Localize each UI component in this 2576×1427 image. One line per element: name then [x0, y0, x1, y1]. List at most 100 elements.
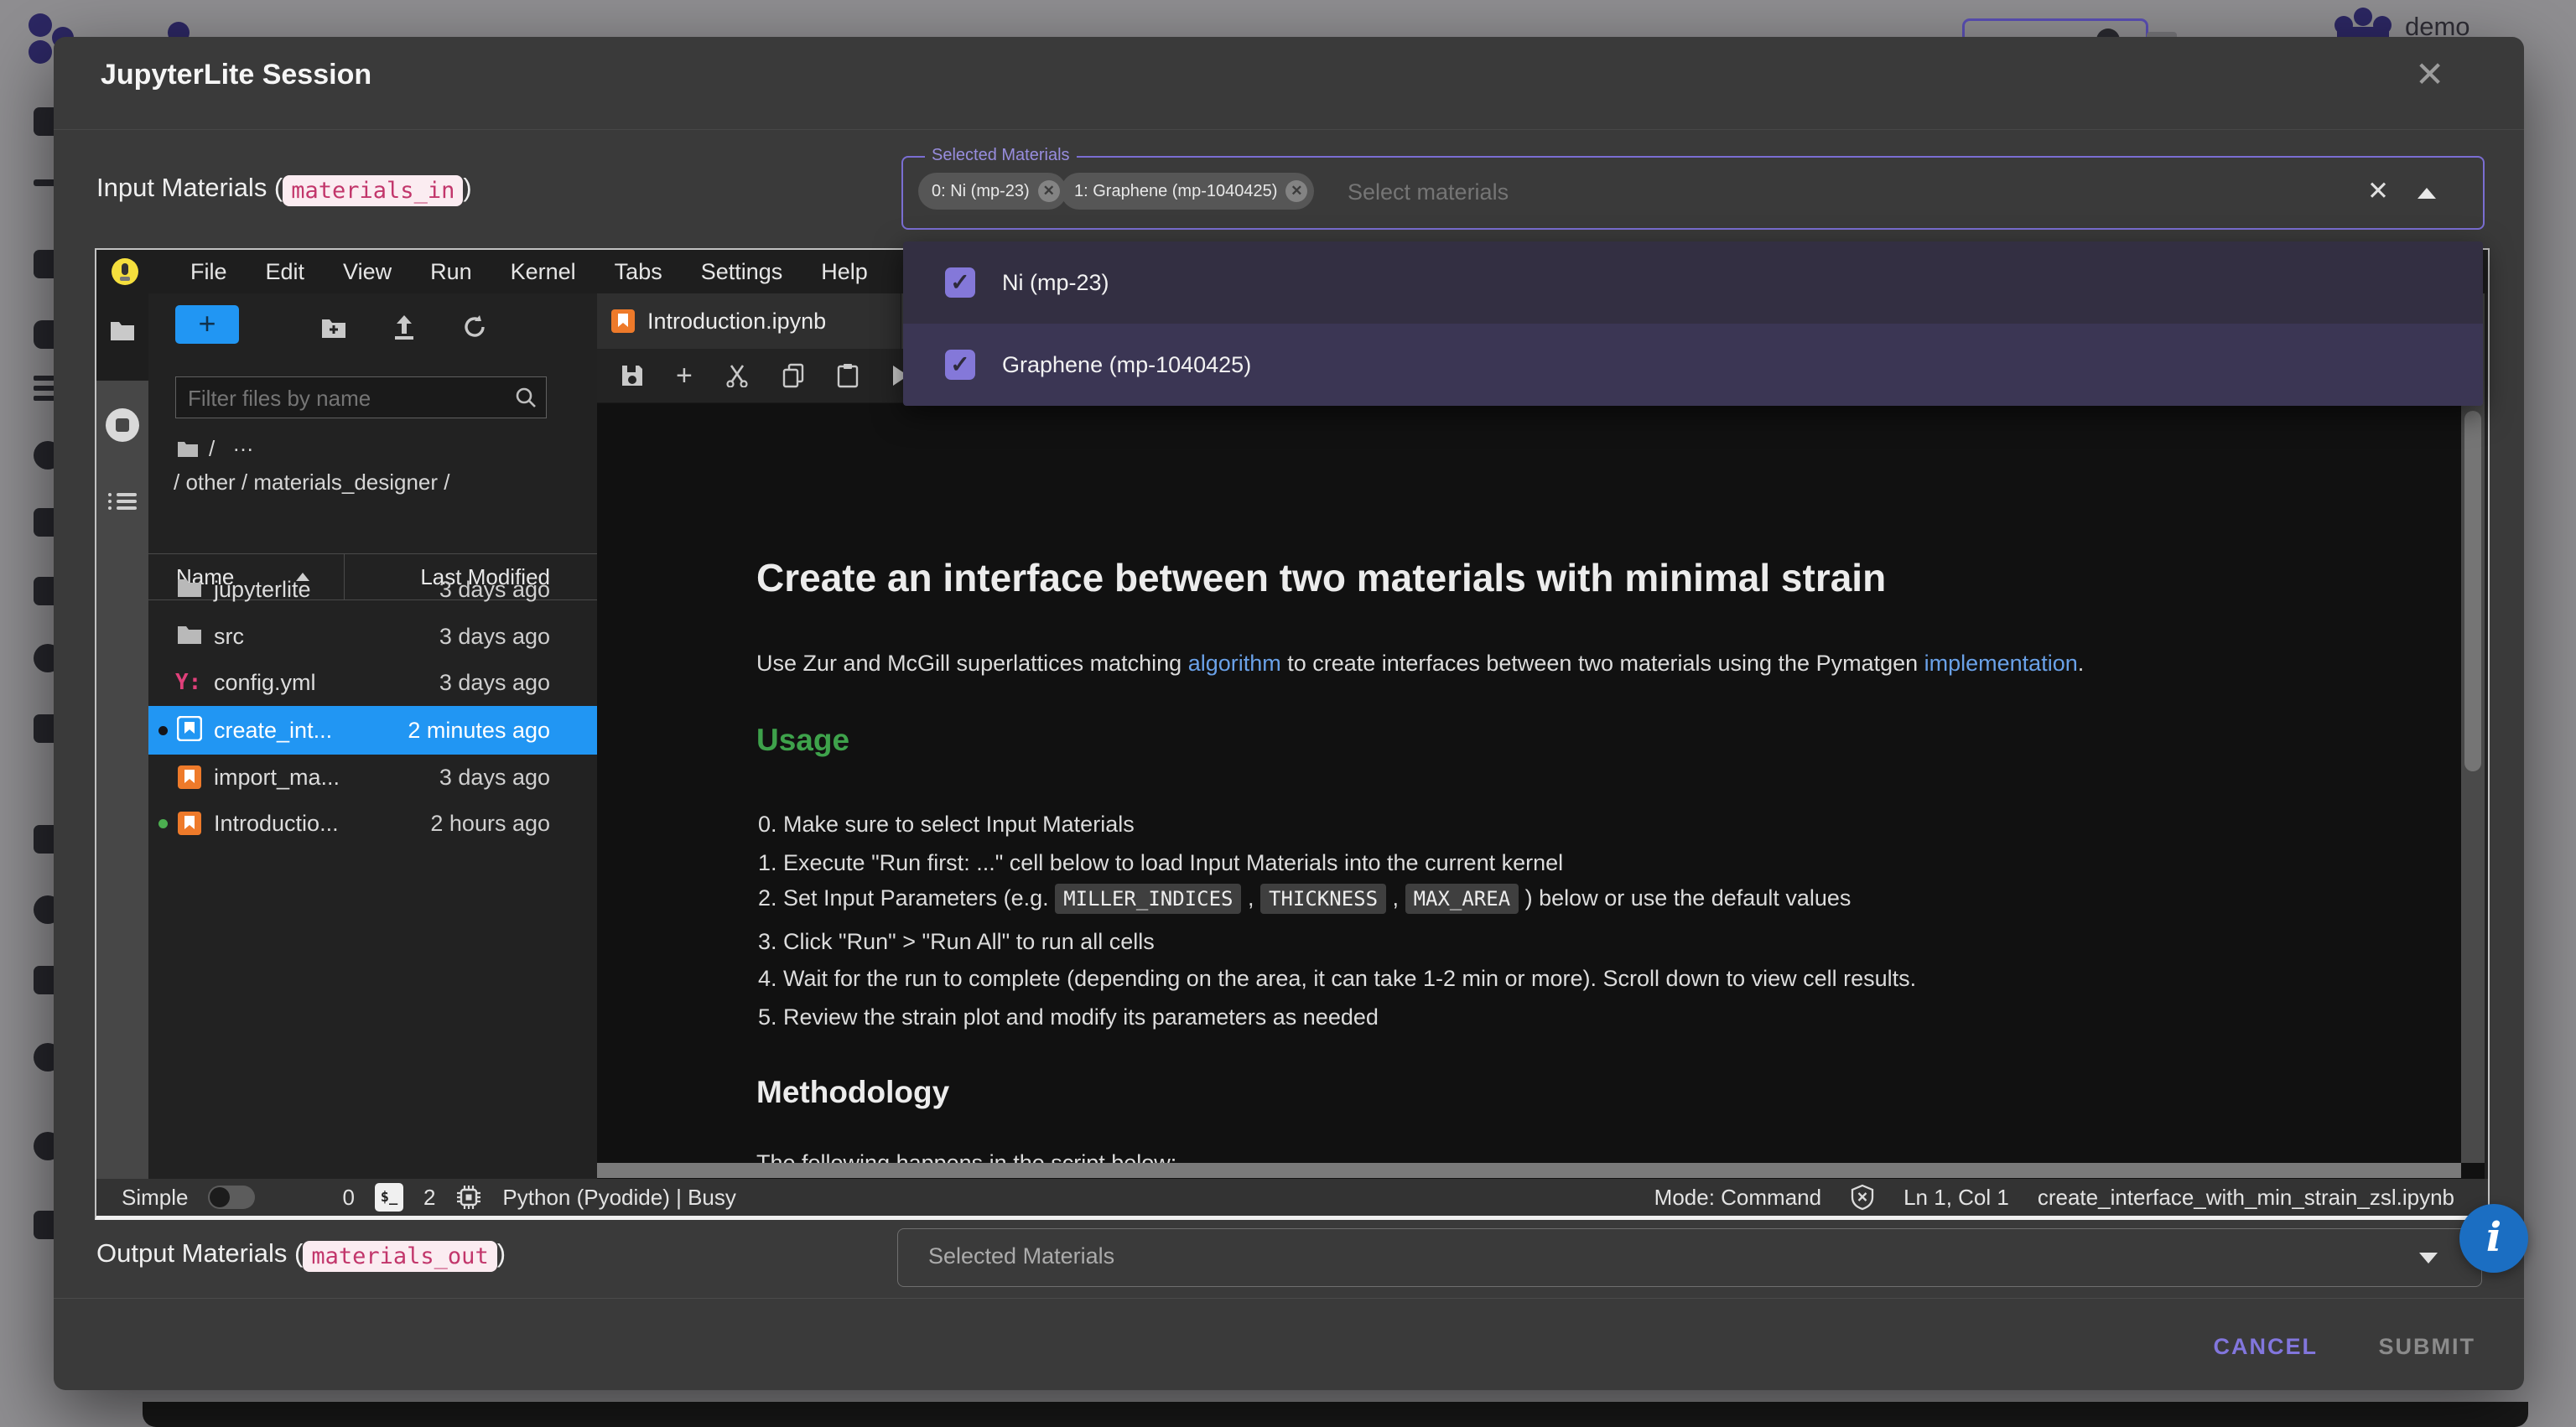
intro-text: to create interfaces between two materia…	[1281, 651, 1924, 676]
file-filter-input[interactable]	[186, 381, 508, 416]
file-row-src[interactable]: src 3 days ago	[148, 614, 597, 660]
kernel-status[interactable]: Python (Pyodide) | Busy	[502, 1185, 735, 1211]
insert-cell-icon[interactable]: +	[676, 364, 693, 387]
horizontal-scrollbar[interactable]	[597, 1163, 2461, 1178]
file-row-config[interactable]: Y: config.yml 3 days ago	[148, 660, 597, 706]
activity-bar-top	[96, 293, 148, 381]
file-modified: 3 days ago	[439, 755, 550, 801]
file-browser-icon[interactable]	[109, 319, 136, 342]
new-folder-icon[interactable]	[320, 315, 347, 340]
file-row-jupyterlite[interactable]: jupyterlite 3 days ago	[148, 567, 597, 613]
menu-edit[interactable]: Edit	[266, 259, 305, 285]
activity-bar	[96, 381, 148, 1216]
kernels-count: 2	[423, 1185, 435, 1211]
screen: demo JupyterLite Session ✕ Input Materia…	[0, 0, 2576, 1427]
refresh-icon[interactable]	[461, 314, 488, 340]
header-divider	[54, 129, 2524, 130]
usage-item-0: 0. Make sure to select Input Materials	[758, 812, 1135, 838]
usage-item-5: 5. Review the strain plot and modify its…	[758, 1004, 1379, 1030]
menu-settings[interactable]: Settings	[701, 259, 783, 285]
notebook-file-icon	[177, 811, 202, 836]
search-icon	[514, 386, 538, 409]
algorithm-link[interactable]: algorithm	[1188, 651, 1281, 676]
mode-indicator: Mode: Command	[1654, 1185, 1821, 1211]
checkbox-checked-icon[interactable]: ✓	[945, 267, 975, 298]
jupyterlite-session-modal: JupyterLite Session ✕ Input Materials (m…	[54, 37, 2524, 1390]
breadcrumb-path[interactable]: / other / materials_designer /	[174, 470, 450, 496]
selected-materials-legend: Selected Materials	[925, 146, 1077, 165]
notebook-intro: Use Zur and McGill superlattices matchin…	[756, 651, 2084, 677]
upload-icon[interactable]	[392, 314, 417, 340]
clear-selection-icon[interactable]: ✕	[2367, 176, 2389, 206]
menu-view[interactable]: View	[343, 259, 392, 285]
code-max-area: MAX_AREA	[1405, 884, 1519, 914]
menu-help[interactable]: Help	[821, 259, 868, 285]
select-materials-input[interactable]	[1346, 173, 1852, 211]
menu-tabs[interactable]: Tabs	[615, 259, 662, 285]
usage-item-text: ,	[1386, 885, 1405, 911]
save-icon[interactable]	[621, 364, 644, 387]
output-materials-select[interactable]: Selected Materials	[897, 1228, 2482, 1287]
kernel-running-dot-icon	[158, 819, 168, 828]
output-materials-prefix: Output Materials (	[96, 1238, 303, 1268]
folder-icon	[177, 577, 202, 602]
simple-mode-toggle[interactable]	[208, 1186, 255, 1209]
chip-remove-icon[interactable]: ✕	[1285, 180, 1307, 202]
yaml-file-icon: Y:	[175, 660, 201, 706]
output-materials-suffix: )	[497, 1238, 506, 1268]
running-kernels-icon[interactable]	[106, 408, 139, 442]
file-row-introduction[interactable]: Introductio... 2 hours ago	[148, 801, 597, 847]
active-filename: create_interface_with_min_strain_zsl.ipy…	[2038, 1185, 2454, 1211]
input-materials-suffix: )	[463, 173, 471, 202]
notebook-tab-icon	[610, 309, 636, 334]
dropdown-option-ni[interactable]: ✓ Ni (mp-23)	[903, 241, 2483, 324]
materials-in-code: materials_in	[283, 175, 463, 206]
file-modified: 2 minutes ago	[408, 706, 550, 755]
app-bottom-bar	[143, 1402, 2528, 1427]
file-row-create-interface[interactable]: create_int... 2 minutes ago	[148, 706, 597, 755]
kernel-chip-icon	[455, 1184, 482, 1211]
new-launcher-button[interactable]: +	[175, 305, 239, 344]
unsaved-dot-icon	[158, 726, 168, 735]
breadcrumb-home-icon[interactable]	[177, 439, 199, 458]
file-name: src	[214, 614, 244, 660]
cut-cells-icon[interactable]	[724, 364, 750, 387]
info-button[interactable]: i	[2459, 1204, 2528, 1273]
file-modified: 2 hours ago	[430, 801, 550, 847]
menu-file[interactable]: File	[190, 259, 227, 285]
material-chip-label: 1: Graphene (mp-1040425)	[1074, 182, 1277, 200]
implementation-link[interactable]: implementation	[1924, 651, 2078, 676]
close-icon[interactable]: ✕	[2415, 54, 2444, 95]
material-chip-label: 0: Ni (mp-23)	[932, 182, 1030, 200]
file-row-import-material[interactable]: import_ma... 3 days ago	[148, 755, 597, 801]
vertical-scrollbar[interactable]	[2461, 293, 2485, 1163]
material-chip-graphene[interactable]: 1: Graphene (mp-1040425) ✕	[1061, 173, 1314, 210]
expand-dropdown-icon[interactable]	[2419, 1253, 2438, 1264]
tab-introduction-ipynb[interactable]: Introduction.ipynb	[597, 293, 901, 349]
trust-shield-icon	[1850, 1184, 1875, 1211]
material-chip-ni[interactable]: 0: Ni (mp-23) ✕	[918, 173, 1067, 210]
dropdown-option-label: Graphene (mp-1040425)	[1002, 324, 1251, 406]
breadcrumb-ellipsis[interactable]: …	[232, 431, 256, 457]
selected-materials-field[interactable]: Selected Materials 0: Ni (mp-23) ✕ 1: Gr…	[901, 156, 2485, 230]
cursor-position[interactable]: Ln 1, Col 1	[1903, 1185, 2009, 1211]
menu-run[interactable]: Run	[430, 259, 472, 285]
checkbox-checked-icon[interactable]: ✓	[945, 350, 975, 380]
submit-button[interactable]: SUBMIT	[2374, 1333, 2481, 1361]
menu-kernel[interactable]: Kernel	[511, 259, 576, 285]
collapse-dropdown-icon[interactable]	[2418, 188, 2436, 199]
file-modified: 3 days ago	[439, 567, 550, 613]
file-browser: +	[148, 293, 597, 1216]
file-name: jupyterlite	[214, 567, 311, 613]
copy-cells-icon[interactable]	[782, 363, 805, 388]
chip-remove-icon[interactable]: ✕	[1038, 180, 1060, 202]
scrollbar-thumb[interactable]	[2464, 411, 2481, 771]
dropdown-option-graphene[interactable]: ✓ Graphene (mp-1040425)	[903, 324, 2483, 406]
breadcrumb-root[interactable]: /	[209, 436, 215, 462]
file-name: config.yml	[214, 660, 316, 706]
intro-text: Use Zur and McGill superlattices matchin…	[756, 651, 1188, 676]
table-of-contents-icon[interactable]	[108, 490, 137, 515]
file-filter-box[interactable]	[175, 376, 547, 418]
paste-cells-icon[interactable]	[837, 363, 859, 388]
cancel-button[interactable]: CANCEL	[2209, 1333, 2324, 1361]
